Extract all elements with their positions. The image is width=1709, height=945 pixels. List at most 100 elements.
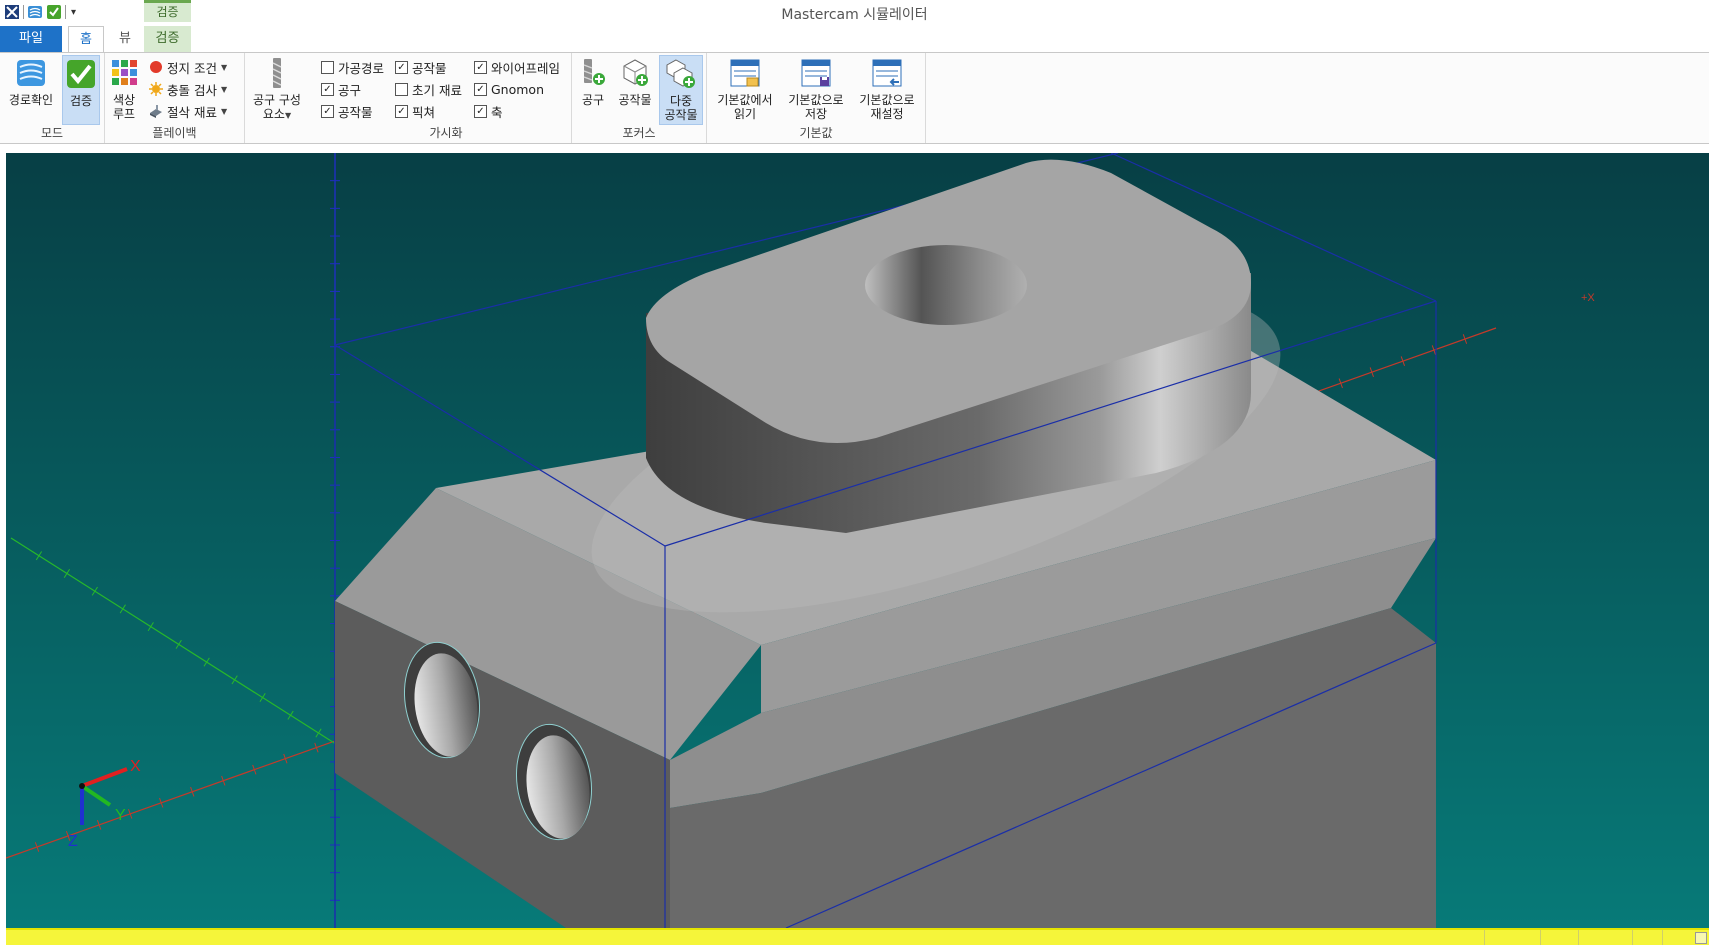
reset-defaults-label-2: 재설정	[870, 107, 904, 121]
focus-multi-workpiece-button[interactable]: 다중 공작물	[659, 55, 703, 125]
status-divider	[1662, 930, 1663, 945]
chevron-down-icon: ▼	[220, 62, 228, 72]
tab-home[interactable]: 홈	[68, 26, 104, 53]
title-bar: ▾ 검증 Mastercam 시뮬레이터	[0, 0, 1709, 26]
backplot-button[interactable]: 경로확인	[4, 55, 58, 107]
viewport-canvas[interactable]: +X X Y Z	[6, 153, 1709, 928]
checkbox-label: 공구	[338, 82, 362, 98]
backplot-icon	[15, 57, 47, 89]
checkbox-box[interactable]: ✓	[395, 60, 408, 74]
collision-icon	[149, 82, 163, 96]
save-defaults-label-2: 저장	[804, 107, 828, 121]
group-mode: 경로확인 검증 모드	[0, 53, 105, 143]
status-divider	[1632, 930, 1633, 945]
cut-stock-label: 절삭 재료	[167, 104, 217, 120]
tab-view[interactable]: 뷰	[110, 26, 140, 52]
checkbox-workpiece-2[interactable]: ✓ 공작물	[395, 57, 447, 77]
gnomon-origin	[79, 783, 85, 789]
focus-workpiece-button[interactable]: 공작물	[614, 55, 656, 107]
checkbox-box[interactable]: ✓	[474, 82, 487, 96]
chevron-down-icon: ▼	[220, 84, 228, 94]
multi-workpiece-icon	[665, 58, 697, 90]
checkbox-label: Gnomon	[491, 81, 545, 97]
gnomon-z-label: Z	[68, 833, 78, 850]
group-defaults: 기본값에서 읽기 기본값으로 저장 기본값으로 재설정 기본값	[707, 53, 926, 143]
focus-tool-label: 공구	[581, 93, 605, 107]
checkbox-fixture[interactable]: ✓ 픽쳐	[395, 101, 435, 121]
chevron-down-icon: ▼	[220, 106, 228, 116]
checkbox-box[interactable]: ✓	[474, 104, 487, 118]
ribbon-tabs: 파일 홈 뷰 검증	[0, 26, 1709, 53]
group-playback: 색상 루프 정지 조건 ▼ 충돌 검사 ▼ 절삭 재료 ▼ 플레이백	[105, 53, 245, 143]
checkbox-label: 와이어프레임	[491, 60, 561, 76]
axis-marker-x: +X	[1581, 292, 1595, 304]
checkbox-workpiece-1[interactable]: ✓ 공작물	[321, 101, 373, 121]
checkbox-box[interactable]: ✓	[321, 104, 334, 118]
backplot-label: 경로확인	[8, 93, 54, 107]
checkbox-box[interactable]: ✓	[474, 60, 487, 74]
multi-workpiece-label-1: 다중	[669, 94, 693, 108]
group-label-playback: 플레이백	[152, 126, 197, 140]
gnomon-y-label: Y	[115, 807, 126, 824]
checkbox-label: 축	[491, 104, 503, 120]
ribbon: 경로확인 검증 모드 색상 루프 정지 조건 ▼ 충돌 검사 ▼ 절삭 재료 ▼…	[0, 52, 1709, 144]
tool-components-label-2: 요소▼	[262, 107, 292, 121]
verify-label: 검증	[69, 94, 93, 108]
stop-icon	[150, 61, 162, 73]
reset-defaults-label-1: 기본값으로	[859, 93, 915, 107]
checkbox-label: 가공경로	[338, 60, 385, 76]
collision-check-button[interactable]: 충돌 검사 ▼	[149, 79, 227, 99]
window-title: Mastercam 시뮬레이터	[781, 7, 928, 23]
status-divider	[1484, 930, 1485, 945]
color-grid-icon	[108, 57, 140, 89]
checkbox-label: 픽쳐	[412, 104, 436, 120]
checkbox-box[interactable]: ✓	[395, 104, 408, 118]
gnomon-x-label: X	[130, 758, 141, 775]
color-loop-label-1: 색상	[112, 93, 136, 107]
checkbox-gnomon[interactable]: ✓ Gnomon	[474, 79, 544, 99]
focus-tool-button[interactable]: 공구	[576, 55, 610, 107]
group-label-mode: 모드	[40, 126, 64, 140]
checkbox-box[interactable]: ✓	[321, 82, 334, 96]
save-defaults-label-1: 기본값으로	[788, 93, 844, 107]
cut-stock-button[interactable]: 절삭 재료 ▼	[149, 101, 227, 121]
checkbox-axes[interactable]: ✓ 축	[474, 101, 503, 121]
checkbox-label: 공작물	[412, 60, 447, 76]
workpiece-focus-icon	[619, 57, 651, 89]
verify-icon	[65, 58, 97, 90]
endmill-icon	[261, 57, 293, 89]
color-loop-button[interactable]: 색상 루프	[107, 55, 141, 121]
reset-defaults-button[interactable]: 기본값으로 재설정	[853, 55, 921, 121]
verify-button[interactable]: 검증	[62, 55, 100, 125]
stop-conditions-label: 정지 조건	[167, 60, 217, 76]
reset-defaults-icon	[871, 57, 903, 89]
tab-verify[interactable]: 검증	[144, 26, 191, 52]
checkbox-label: 초기 재료	[412, 82, 462, 98]
load-defaults-label-2: 읽기	[733, 107, 757, 121]
checkbox-box[interactable]	[395, 82, 408, 96]
tab-file[interactable]: 파일	[0, 26, 62, 52]
simulation-viewport[interactable]: +X X Y Z	[6, 153, 1709, 928]
group-focus: 공구 공작물 다중 공작물 포커스	[572, 53, 707, 143]
save-defaults-icon	[800, 57, 832, 89]
tool-components-button[interactable]: 공구 구성 요소▼	[247, 55, 307, 123]
load-defaults-label-1: 기본값에서	[717, 93, 773, 107]
group-label-focus: 포커스	[622, 126, 656, 140]
status-divider	[1540, 930, 1541, 945]
save-defaults-button[interactable]: 기본값으로 저장	[783, 55, 849, 121]
group-label-visibility: 가시화	[429, 126, 463, 140]
tool-components-label-1: 공구 구성	[253, 93, 301, 107]
checkbox-label: 공작물	[338, 104, 373, 120]
checkbox-wireframe[interactable]: ✓ 와이어프레임	[474, 57, 560, 77]
checkbox-box[interactable]	[321, 60, 334, 74]
collision-check-label: 충돌 검사	[167, 82, 217, 98]
group-label-defaults: 기본값	[799, 126, 833, 140]
resize-grip-icon[interactable]	[1695, 932, 1707, 944]
cut-stock-icon	[150, 105, 162, 118]
checkbox-toolpath[interactable]: 가공경로	[321, 57, 384, 77]
stop-conditions-button[interactable]: 정지 조건 ▼	[149, 57, 227, 77]
status-divider	[1578, 930, 1579, 945]
checkbox-initial-stock[interactable]: 초기 재료	[395, 79, 462, 99]
load-defaults-button[interactable]: 기본값에서 읽기	[711, 55, 779, 121]
checkbox-tool[interactable]: ✓ 공구	[321, 79, 361, 99]
